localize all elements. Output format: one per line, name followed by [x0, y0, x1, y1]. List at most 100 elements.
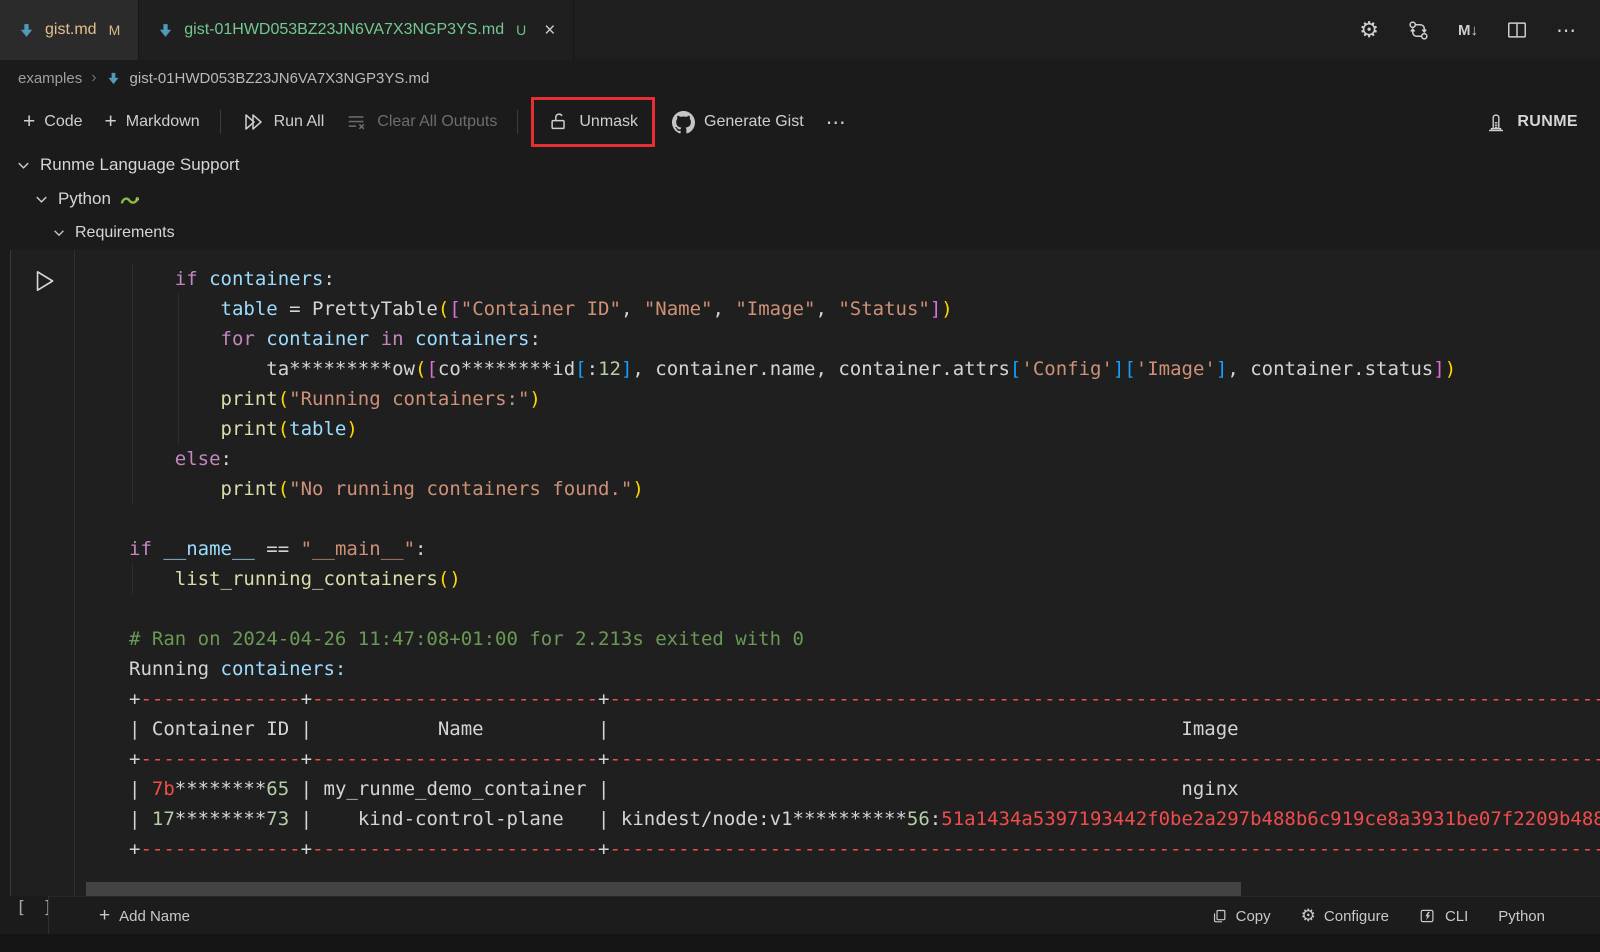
copy-label: Copy [1236, 908, 1271, 925]
notebook-toolbar: + Code + Markdown Run All Clear All Outp… [0, 96, 1600, 148]
tab-label: gist-01HWD053BZ23JN6VA7X3NGP3YS.md [184, 21, 504, 39]
clear-all-outputs-button[interactable]: Clear All Outputs [335, 104, 508, 140]
code-line: for container in containers: [129, 324, 1600, 354]
add-code-cell-button[interactable]: + Code [12, 104, 94, 140]
snake-emoji-icon [120, 191, 140, 207]
close-icon[interactable]: × [544, 21, 555, 40]
copy-button[interactable]: Copy [1211, 908, 1271, 925]
cell-gutter [11, 250, 75, 896]
code-line: +--------------+------------------------… [129, 834, 1600, 864]
plus-icon: + [105, 111, 117, 132]
breadcrumb: examples › gist-01HWD053BZ23JN6VA7X3NGP3… [0, 60, 1600, 96]
add-markdown-cell-button[interactable]: + Markdown [94, 104, 211, 140]
breadcrumb-file[interactable]: gist-01HWD053BZ23JN6VA7X3NGP3YS.md [130, 70, 430, 87]
configure-label: Configure [1324, 908, 1389, 925]
unmask-highlight-box: Unmask [531, 97, 655, 147]
code-line: | Container ID | Name | Image [129, 714, 1600, 744]
copy-icon [1211, 908, 1228, 925]
window: gist.md M gist-01HWD053BZ23JN6VA7X3NGP3Y… [0, 0, 1600, 952]
open-changes-icon[interactable] [1407, 19, 1430, 42]
run-all-label: Run All [274, 113, 325, 131]
code-line: ta*********ow([co********id[:12], contai… [129, 354, 1600, 384]
tab-gist-file[interactable]: gist-01HWD053BZ23JN6VA7X3NGP3YS.md U × [139, 0, 574, 60]
runme-logo-icon [1484, 110, 1508, 134]
tab-gist-md[interactable]: gist.md M [0, 0, 139, 60]
add-name-label: Add Name [119, 908, 190, 925]
run-all-button[interactable]: Run All [230, 104, 336, 140]
run-cell-icon[interactable] [30, 267, 58, 295]
outline-label: Requirements [75, 224, 175, 242]
breadcrumb-separator-icon: › [91, 69, 96, 87]
add-code-label: Code [44, 113, 82, 131]
toolbar-separator [517, 110, 518, 134]
code-line: | 17********73 | kind-control-plane | ki… [129, 804, 1600, 834]
toolbar-separator [220, 110, 221, 134]
cli-label: CLI [1445, 908, 1468, 925]
cell-footer: + Add Name Copy ⚙ Configure CLI [48, 896, 1600, 935]
tab-untracked-badge: U [516, 22, 526, 38]
code-line: print("Running containers:") [129, 384, 1600, 414]
code-line: +--------------+------------------------… [129, 684, 1600, 714]
toolbar-more-icon[interactable]: ⋯ [815, 104, 857, 140]
gear-icon: ⚙ [1301, 906, 1316, 926]
plus-icon: + [99, 906, 110, 925]
python-label: Python [1498, 908, 1545, 925]
code-line: | 7b********65 | my_runme_demo_container… [129, 774, 1600, 804]
python-kernel-button[interactable]: Python [1498, 908, 1545, 925]
code-line [129, 594, 1600, 624]
github-icon [672, 111, 695, 134]
code-line: else: [129, 444, 1600, 474]
cli-button[interactable]: CLI [1419, 907, 1468, 925]
outline-label: Python [58, 189, 111, 209]
code-lines[interactable]: if containers: table = PrettyTable(["Con… [75, 264, 1600, 896]
add-markdown-label: Markdown [126, 113, 200, 131]
cell-footer-actions: Copy ⚙ Configure CLI Python [1211, 906, 1600, 926]
code-line: # Ran on 2024-04-26 11:47:08+01:00 for 2… [129, 624, 1600, 654]
breadcrumb-folder[interactable]: examples [18, 70, 82, 87]
code-line: if containers: [129, 264, 1600, 294]
cli-icon [1419, 907, 1437, 925]
chevron-down-icon [34, 192, 49, 207]
chevron-down-icon [52, 226, 66, 240]
plus-icon: + [23, 111, 35, 132]
code-line [129, 504, 1600, 534]
unmask-label: Unmask [579, 113, 638, 131]
code-line: print(table) [129, 414, 1600, 444]
markdown-file-icon [106, 71, 121, 86]
tab-label: gist.md [45, 21, 97, 39]
code-line: if __name__ == "__main__": [129, 534, 1600, 564]
unlock-icon [548, 111, 570, 133]
editor-actions: ⚙ M↓ ⋯ [1359, 0, 1600, 60]
code-line: print("No running containers found.") [129, 474, 1600, 504]
generate-gist-label: Generate Gist [704, 113, 804, 131]
runme-brand[interactable]: RUNME [1484, 110, 1600, 134]
markdown-file-icon [157, 22, 174, 39]
horizontal-scrollbar[interactable] [86, 882, 1241, 897]
code-line: table = PrettyTable(["Container ID", "Na… [129, 294, 1600, 324]
clear-outputs-label: Clear All Outputs [377, 113, 497, 131]
notebook-cell: if containers: table = PrettyTable(["Con… [10, 250, 1600, 896]
code-line: Running containers: [129, 654, 1600, 684]
outline-runme-language-support[interactable]: Runme Language Support [0, 148, 1600, 182]
clear-outputs-icon [346, 111, 368, 133]
outline-requirements[interactable]: Requirements [0, 216, 1600, 250]
outline-label: Runme Language Support [40, 155, 239, 175]
add-name-button[interactable]: + Add Name [99, 908, 190, 925]
unmask-button[interactable]: Unmask [534, 100, 652, 144]
generate-gist-button[interactable]: Generate Gist [661, 104, 815, 140]
chevron-down-icon [16, 158, 31, 173]
configure-button[interactable]: ⚙ Configure [1301, 906, 1389, 926]
run-all-icon [241, 110, 265, 134]
split-editor-icon[interactable] [1506, 19, 1528, 41]
code-line: list_running_containers() [129, 564, 1600, 594]
more-actions-icon[interactable]: ⋯ [1556, 18, 1576, 43]
tab-bar: gist.md M gist-01HWD053BZ23JN6VA7X3NGP3Y… [0, 0, 1600, 60]
markdown-preview-icon[interactable]: M↓ [1458, 22, 1478, 39]
markdown-file-icon [18, 22, 35, 39]
window-bottom-strip [0, 934, 1600, 952]
settings-gear-icon[interactable]: ⚙ [1359, 18, 1379, 43]
code-line: +--------------+------------------------… [129, 744, 1600, 774]
runme-label: RUNME [1517, 113, 1578, 131]
tab-modified-badge: M [109, 22, 121, 38]
outline-python[interactable]: Python [0, 182, 1600, 216]
